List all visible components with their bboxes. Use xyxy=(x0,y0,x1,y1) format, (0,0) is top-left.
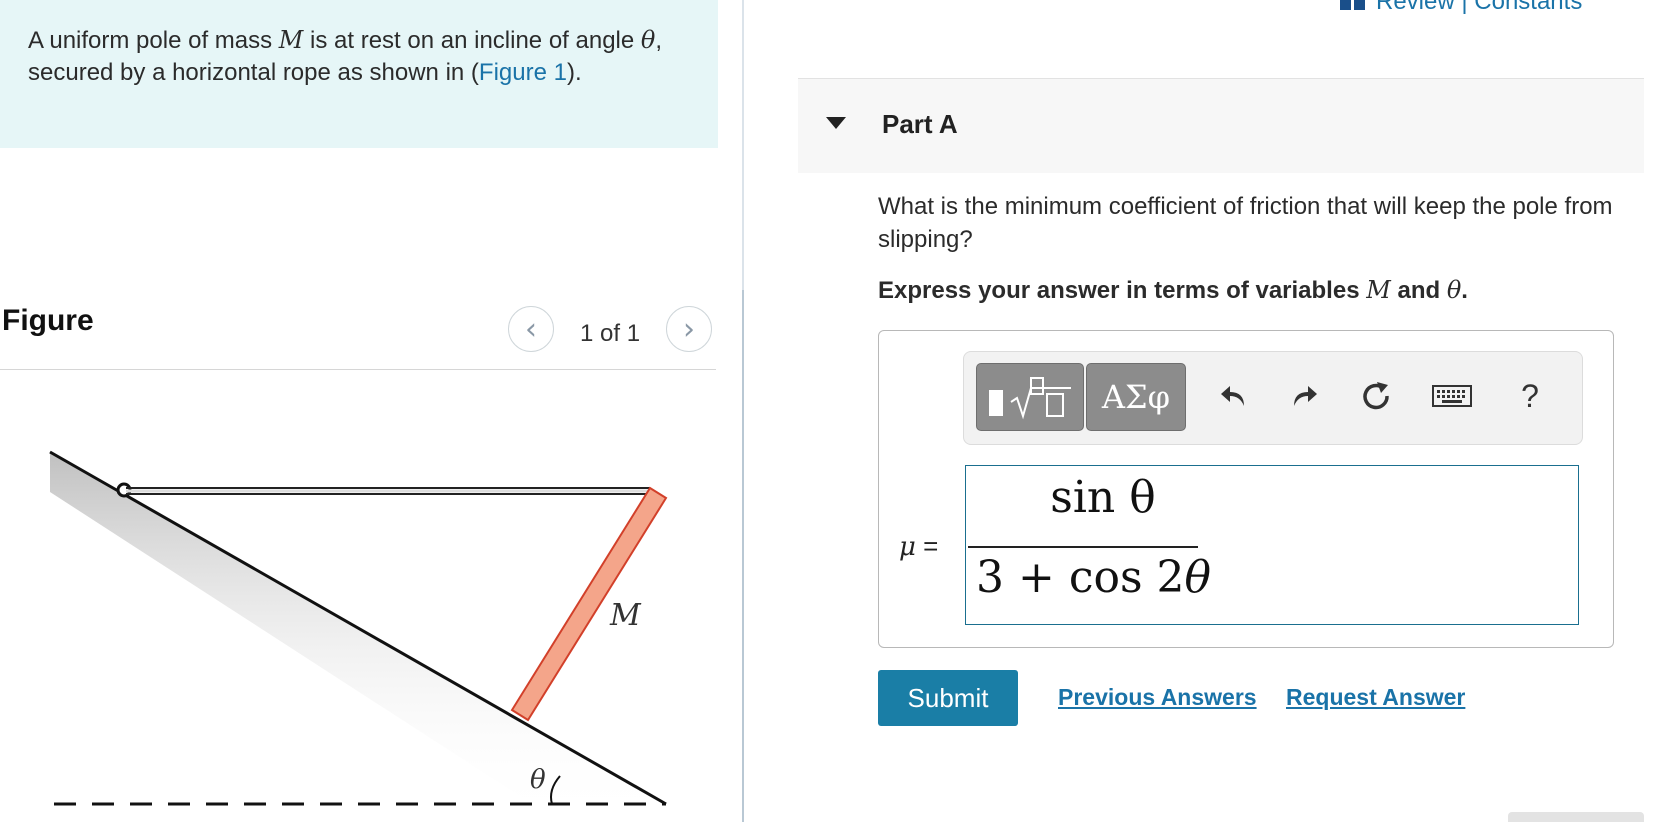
angle-label: θ xyxy=(530,765,546,795)
previous-answers-link[interactable]: Previous Answers xyxy=(1058,684,1257,711)
incline-pole-figure: M θ xyxy=(49,450,668,822)
instruction-text-part: . xyxy=(1461,277,1468,304)
part-title: Part A xyxy=(882,109,958,139)
reset-button[interactable] xyxy=(1354,374,1398,418)
answer-variable-label: μ = xyxy=(899,531,938,562)
answer-math-input[interactable]: sin θ 3 + cos 2θ xyxy=(965,465,1579,625)
reset-icon xyxy=(1363,382,1389,410)
caret-down-icon[interactable] xyxy=(826,117,846,129)
greek-symbols-button[interactable]: ΑΣφ xyxy=(1086,363,1186,431)
review-constants-link[interactable]: Review | Constants xyxy=(1340,0,1582,16)
fraction-denominator: 3 + cos 2θ xyxy=(976,552,1211,603)
redo-button[interactable] xyxy=(1282,374,1326,418)
question-text: What is the minimum coefficient of frict… xyxy=(878,193,1613,253)
denominator-text: 3 + cos 2 xyxy=(976,552,1185,603)
problem-intro-box: A uniform pole of mass M is at rest on a… xyxy=(0,0,718,148)
figure-pager: 1 of 1 xyxy=(580,320,641,347)
keyboard-button[interactable] xyxy=(1430,374,1474,418)
pole xyxy=(510,486,668,722)
chevron-left-icon: ‹ xyxy=(525,311,537,347)
figure-divider xyxy=(0,369,716,370)
help-button[interactable]: ? xyxy=(1508,374,1552,418)
instruction-text-part: Express your answer in terms of variable… xyxy=(878,277,1367,304)
intro-text-part: is at rest on an incline of angle xyxy=(303,27,641,54)
fraction-bar xyxy=(968,546,1198,548)
answer-box: ΑΣφ ? μ = sin θ 3 + cos 2θ xyxy=(878,330,1614,648)
review-constants-label: Review | Constants xyxy=(1376,0,1583,15)
keyboard-icon xyxy=(1432,385,1472,407)
chevron-right-icon: › xyxy=(683,311,695,347)
answer-instruction: Express your answer in terms of variable… xyxy=(878,276,1468,305)
denominator-var: θ xyxy=(1184,552,1212,603)
figure-next-button[interactable]: › xyxy=(666,306,712,352)
request-answer-link[interactable]: Request Answer xyxy=(1286,684,1465,711)
undo-button[interactable] xyxy=(1212,374,1256,418)
templates-button[interactable] xyxy=(976,363,1084,431)
problem-intro-text: A uniform pole of mass M is at rest on a… xyxy=(28,24,668,89)
intro-var-angle: θ xyxy=(640,26,656,54)
instruction-var-angle: θ xyxy=(1446,276,1462,304)
figure-link[interactable]: Figure 1 xyxy=(479,59,567,86)
intro-text-part: ). xyxy=(566,59,582,86)
left-pane: A uniform pole of mass M is at rest on a… xyxy=(0,0,740,822)
templates-sqrt-icon xyxy=(989,377,1071,420)
pane-scrollbar[interactable] xyxy=(742,290,744,822)
redo-icon xyxy=(1294,386,1317,406)
instruction-text-part: and xyxy=(1390,277,1447,304)
answer-equals: = xyxy=(915,531,939,561)
mass-label: M xyxy=(609,598,642,633)
bottom-corner-tab[interactable] xyxy=(1508,812,1644,822)
instruction-var-mass: M xyxy=(1366,276,1391,304)
submit-button[interactable]: Submit xyxy=(878,670,1018,726)
figure-title: Figure xyxy=(2,304,94,337)
part-a-header[interactable]: Part A xyxy=(798,78,1644,173)
intro-var-mass: M xyxy=(278,26,304,54)
undo-icon xyxy=(1221,386,1244,406)
figure-prev-button[interactable]: ‹ xyxy=(508,306,554,352)
intro-text-part: A uniform pole of mass xyxy=(28,27,279,54)
fraction-numerator: sin θ xyxy=(1050,472,1156,523)
answer-variable: μ xyxy=(899,532,916,562)
book-icon xyxy=(1340,0,1365,10)
math-toolbar: ΑΣφ ? xyxy=(963,351,1583,445)
